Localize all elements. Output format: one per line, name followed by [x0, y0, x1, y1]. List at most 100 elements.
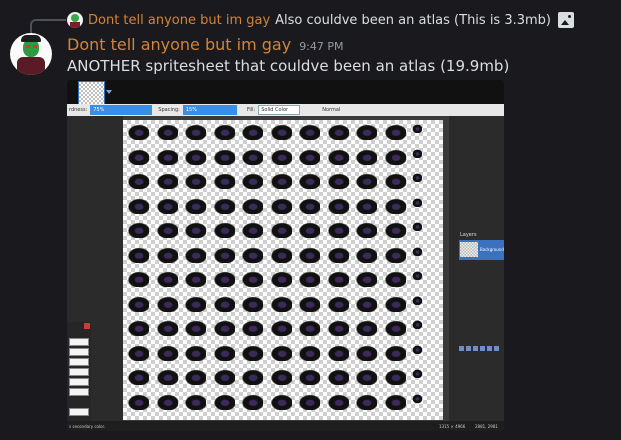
sprite-frame	[326, 344, 349, 361]
sprite-frame	[355, 320, 377, 336]
sprite-frame	[412, 197, 422, 207]
avatar-body	[17, 57, 45, 75]
sprite-frame	[184, 197, 206, 214]
sprite-frame	[298, 197, 320, 214]
sprite-frame	[269, 197, 292, 214]
sprite-frame	[212, 295, 235, 312]
sprite-frame	[155, 222, 178, 238]
reply-preview[interactable]: Dont tell anyone but im gay Also couldve…	[67, 10, 574, 30]
close-icon	[84, 323, 90, 329]
sprite-frame	[155, 393, 178, 410]
sprite-frame	[241, 148, 263, 165]
layer-tool-icon	[466, 346, 471, 351]
sprite-frame	[298, 320, 320, 336]
sprite-frame	[241, 246, 263, 263]
hardness-slider: 75%	[90, 105, 153, 115]
sprite-frame	[383, 246, 406, 263]
sprite-frame	[184, 295, 206, 312]
sprite-frame	[355, 173, 377, 189]
reply-avatar[interactable]	[67, 12, 83, 28]
sprite-frame	[326, 124, 349, 140]
username[interactable]: Dont tell anyone but im gay	[67, 35, 291, 54]
reply-text[interactable]: Also couldve been an atlas (This is 3.3m…	[275, 13, 551, 28]
color-panel	[67, 322, 91, 421]
layers-title: Layers	[460, 232, 477, 238]
sprite-frame	[326, 222, 349, 238]
sprite-frame	[298, 271, 320, 287]
sprite-frame	[212, 369, 235, 385]
sprite-frame	[155, 197, 178, 214]
sprite-frame	[355, 295, 377, 312]
avatar[interactable]	[10, 33, 52, 75]
sprite-frame	[155, 271, 178, 287]
sprite-frame	[241, 320, 263, 336]
canvas-area	[123, 116, 449, 421]
sprite-frame	[127, 124, 149, 140]
sprite-frame	[355, 246, 377, 263]
sprite-frame	[155, 295, 178, 312]
options-bar: rdness: 75% Spacing: 15% Fill: Solid Col…	[67, 104, 504, 116]
sprite-frame	[355, 124, 377, 140]
sprite-frame	[127, 173, 149, 189]
sprite-frame	[298, 148, 320, 165]
timestamp[interactable]: 9:47 PM	[299, 40, 343, 53]
sprite-frame	[155, 173, 178, 189]
cursor-coords: 2881, 2981	[475, 423, 498, 429]
sprite-frame	[212, 124, 235, 140]
sprite-frame	[269, 344, 292, 361]
sprite-frame	[184, 393, 206, 410]
reply-author[interactable]: Dont tell anyone but im gay	[88, 13, 270, 28]
sprite-frame	[127, 271, 149, 287]
sprite-frame	[184, 173, 206, 189]
sprite-frame	[412, 344, 422, 354]
sprite-frame	[298, 295, 320, 312]
sprite-frame	[383, 148, 406, 165]
blend-mode: Normal	[322, 107, 341, 113]
image-attachment[interactable]: rdness: 75% Spacing: 15% Fill: Solid Col…	[67, 80, 504, 431]
sprite-frame	[355, 344, 377, 361]
sprite-frame	[298, 369, 320, 385]
color-field	[69, 338, 89, 346]
sprite-frame	[383, 393, 406, 410]
color-field	[69, 348, 89, 356]
sprite-frame	[298, 344, 320, 361]
sprite-frame	[241, 271, 263, 287]
sprite-frame	[212, 173, 235, 189]
sprite-frame	[269, 369, 292, 385]
sprite-frame	[269, 148, 292, 165]
sprite-frame	[383, 320, 406, 336]
sprite-frame	[269, 393, 292, 410]
sprite-frame	[412, 320, 422, 329]
sprite-frame	[412, 271, 422, 280]
sprite-frame	[184, 369, 206, 385]
sprite-frame	[241, 124, 263, 140]
sprite-frame	[155, 246, 178, 263]
sprite-frame	[383, 369, 406, 385]
sprite-frame	[412, 246, 422, 256]
color-field	[69, 368, 89, 376]
sprite-frame	[212, 271, 235, 287]
image-size: 1315 × 4966	[439, 423, 466, 429]
sprite-frame	[127, 148, 149, 165]
sprite-frame	[383, 197, 406, 214]
fill-dropdown: Solid Color	[258, 105, 301, 115]
color-field	[69, 408, 89, 416]
layer-thumbnail	[460, 242, 478, 257]
sprite-frame	[212, 197, 235, 214]
layer-row: Background	[459, 240, 504, 260]
spacing-label: Spacing:	[158, 107, 180, 113]
layer-tool-icon	[459, 346, 464, 351]
layer-tool-icon	[494, 346, 499, 351]
sprite-frame	[127, 295, 149, 312]
sprite-frame	[184, 222, 206, 238]
color-field	[69, 378, 89, 386]
sprite-frame	[355, 197, 377, 214]
sprite-frame	[298, 173, 320, 189]
sprite-frame	[241, 197, 263, 214]
sprite-frame	[326, 173, 349, 189]
spritesheet-canvas	[123, 120, 443, 420]
sprite-frame	[326, 369, 349, 385]
sprite-frame	[184, 344, 206, 361]
sprite-frame	[127, 246, 149, 263]
sprite-frame	[269, 320, 292, 336]
